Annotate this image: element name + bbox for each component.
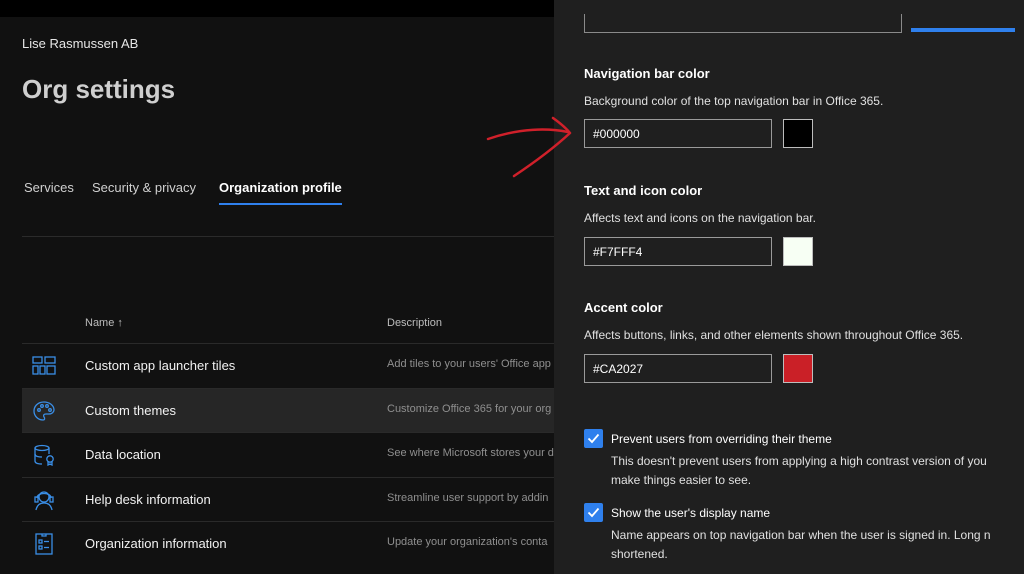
text-icon-color-title: Text and icon color	[584, 183, 703, 198]
row-description: Add tiles to your users' Office app	[387, 358, 551, 370]
text-icon-color-swatch[interactable]	[783, 237, 813, 266]
top-input-field[interactable]	[584, 14, 902, 33]
text-icon-color-description: Affects text and icons on the navigation…	[584, 211, 816, 225]
row-description: See where Microsoft stores your d	[387, 447, 554, 459]
row-name: Custom themes	[85, 403, 177, 418]
nav-bar-color-swatch[interactable]	[783, 119, 813, 148]
prevent-override-label[interactable]: Prevent users from overriding their them…	[611, 432, 832, 446]
table-row[interactable]: Custom app launcher tiles Add tiles to y…	[22, 343, 554, 388]
column-header-name[interactable]: Name ↑	[85, 317, 123, 329]
row-description: Streamline user support by addin	[387, 492, 549, 504]
database-icon	[32, 444, 56, 467]
table-row[interactable]: Data location See where Microsoft stores…	[22, 432, 554, 477]
accent-color-title: Accent color	[584, 300, 663, 315]
nav-bar-color-title: Navigation bar color	[584, 66, 710, 81]
table-row[interactable]: Help desk information Streamline user su…	[22, 477, 554, 522]
accent-color-input[interactable]	[584, 354, 772, 383]
prevent-override-description-1: This doesn't prevent users from applying…	[611, 454, 987, 468]
nav-bar-color-description: Background color of the top navigation b…	[584, 94, 884, 108]
accent-color-swatch[interactable]	[783, 354, 813, 383]
text-icon-color-input[interactable]	[584, 237, 772, 266]
app-tiles-icon	[32, 355, 56, 377]
tab-security-privacy[interactable]: Security & privacy	[92, 180, 196, 195]
show-display-name-checkbox[interactable]	[584, 503, 603, 522]
column-header-description: Description	[387, 317, 443, 329]
row-description: Update your organization's conta	[387, 536, 548, 548]
show-display-name-description-2: shortened.	[611, 547, 668, 561]
headset-icon	[32, 489, 56, 511]
row-description: Customize Office 365 for your org	[387, 403, 552, 415]
row-name: Help desk information	[85, 492, 211, 507]
nav-bar-color-input[interactable]	[584, 119, 772, 148]
row-name: Organization information	[85, 536, 227, 551]
checkmark-icon	[587, 507, 600, 518]
palette-icon	[32, 400, 56, 422]
id-card-icon	[32, 533, 56, 555]
org-name: Lise Rasmussen AB	[22, 36, 139, 51]
accent-color-description: Affects buttons, links, and other elemen…	[584, 328, 964, 342]
tab-services[interactable]: Services	[24, 180, 74, 195]
top-action-button[interactable]	[911, 28, 1015, 32]
row-name: Data location	[85, 447, 161, 462]
page-title: Org settings	[22, 74, 176, 104]
prevent-override-checkbox[interactable]	[584, 429, 603, 448]
show-display-name-label[interactable]: Show the user's display name	[611, 506, 770, 520]
row-name: Custom app launcher tiles	[85, 358, 236, 373]
show-display-name-description-1: Name appears on top navigation bar when …	[611, 528, 991, 542]
tab-divider	[22, 236, 554, 237]
checkmark-icon	[587, 433, 600, 444]
table-row[interactable]: Custom themes Customize Office 365 for y…	[22, 388, 554, 433]
tab-organization-profile[interactable]: Organization profile	[219, 180, 342, 205]
table-row[interactable]: Organization information Update your org…	[22, 521, 554, 566]
custom-themes-panel: Navigation bar color Background color of…	[554, 0, 1024, 574]
prevent-override-description-2: make things easier to see.	[611, 473, 752, 487]
